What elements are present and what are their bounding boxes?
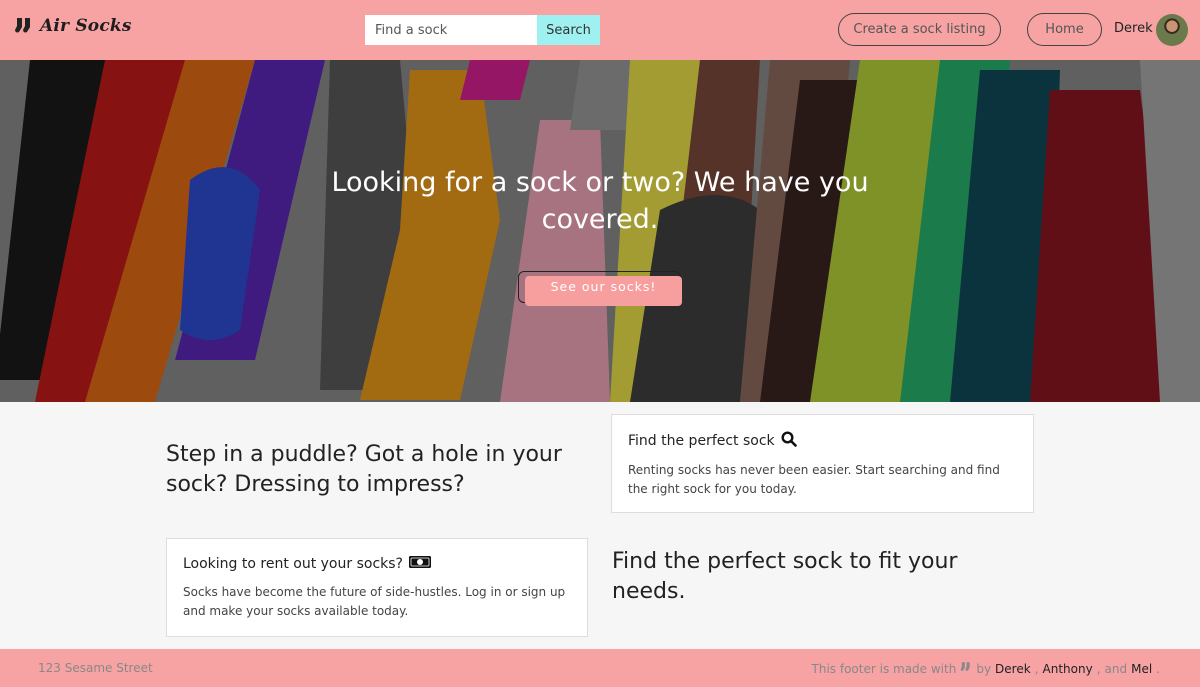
search-form: Search	[365, 15, 600, 45]
find-sock-card: Find the perfect sock Renting socks has …	[611, 414, 1034, 513]
search-input[interactable]	[365, 15, 537, 45]
footer-credits: This footer is made with by Derek, Antho…	[812, 661, 1160, 676]
footer-and: and	[1104, 661, 1128, 676]
user-name[interactable]: Derek	[1114, 21, 1153, 36]
money-icon	[408, 555, 431, 573]
footer-author-derek[interactable]: Derek	[995, 662, 1031, 676]
footer-comma: ,	[1096, 661, 1101, 676]
find-sock-card-title-text: Find the perfect sock	[628, 433, 775, 449]
footer-author-mel[interactable]: Mel	[1131, 662, 1152, 676]
brand-logo[interactable]: Air Socks	[14, 16, 132, 36]
search-icon	[781, 431, 797, 451]
brand-name: Air Socks	[40, 16, 132, 36]
home-button[interactable]: Home	[1027, 13, 1102, 46]
footer-address: 123 Sesame Street	[38, 661, 153, 675]
hero-banner: Looking for a sock or two? We have you c…	[0, 60, 1200, 402]
see-socks-button[interactable]: See our socks!	[525, 276, 682, 306]
footer-credit-prefix: This footer is made with	[811, 661, 957, 676]
avatar[interactable]	[1156, 14, 1188, 46]
rent-sock-card-title-text: Looking to rent out your socks?	[183, 556, 403, 572]
hero-cta: See our socks!	[518, 271, 682, 306]
footer: 123 Sesame Street This footer is made wi…	[0, 649, 1200, 687]
footer-period: .	[1156, 661, 1160, 676]
rent-sock-card-title: Looking to rent out your socks?	[183, 555, 571, 573]
navbar: Air Socks Search Create a sock listing H…	[0, 0, 1200, 60]
features-section: Step in a puddle? Got a hole in your soc…	[0, 402, 1200, 649]
rent-sock-card: Looking to rent out your socks? Socks ha…	[166, 538, 588, 637]
find-sock-card-title: Find the perfect sock	[628, 431, 1017, 451]
socks-icon	[14, 17, 34, 35]
socks-icon	[960, 661, 972, 676]
hero-title: Looking for a sock or two? We have you c…	[331, 167, 869, 235]
rent-sock-card-text: Socks have become the future of side-hus…	[183, 585, 566, 618]
create-listing-button[interactable]: Create a sock listing	[838, 13, 1001, 46]
headline-right: Find the perfect sock to fit your needs.	[612, 549, 958, 604]
footer-author-anthony[interactable]: Anthony	[1043, 662, 1093, 676]
find-sock-card-text: Renting socks has never been easier. Sta…	[628, 463, 1000, 496]
footer-comma: ,	[1034, 661, 1039, 676]
headline-left: Step in a puddle? Got a hole in your soc…	[166, 442, 562, 497]
search-button[interactable]: Search	[537, 15, 600, 45]
footer-credit-by: by	[976, 661, 992, 676]
